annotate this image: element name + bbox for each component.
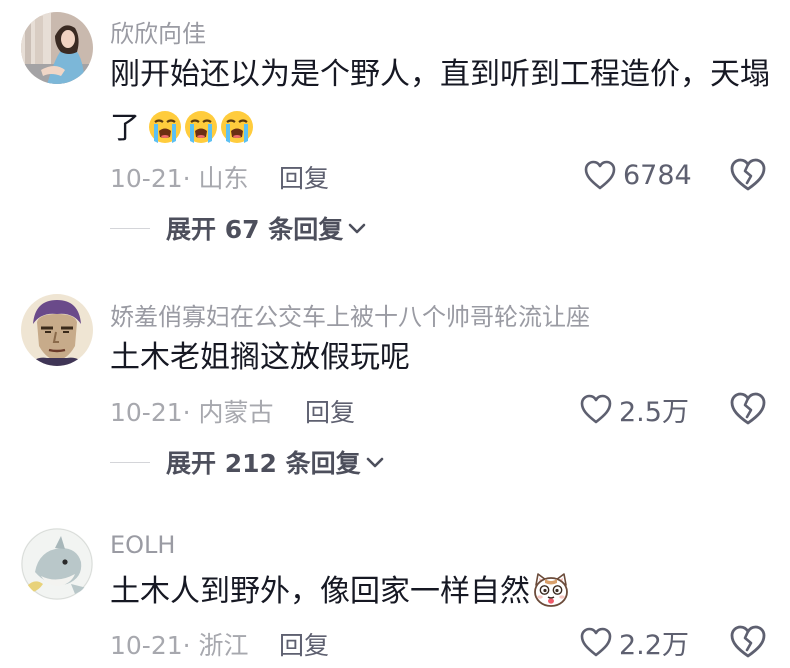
- broken-heart-icon: [730, 625, 766, 658]
- chevron-down-icon: [366, 457, 383, 468]
- broken-heart-icon: [730, 392, 766, 425]
- comment-date-location: 10-21· 山东: [110, 164, 249, 193]
- heart-outline-icon: [580, 627, 612, 657]
- like-count: 2.5万: [619, 396, 689, 428]
- divider: [110, 461, 150, 463]
- avatar[interactable]: [21, 12, 93, 84]
- heart-outline-icon: [584, 160, 616, 190]
- like-count: 6784: [623, 159, 692, 191]
- comment-text-line: 了: [110, 102, 770, 156]
- dislike-button[interactable]: [728, 389, 768, 429]
- cat-face-emoji: [532, 571, 570, 609]
- dislike-button[interactable]: [728, 622, 768, 662]
- heart-outline-icon: [580, 394, 612, 424]
- comment-date-location: 10-21· 浙江: [110, 631, 249, 660]
- loudly-crying-face-emoji: [148, 110, 182, 144]
- comment-text: 土木人到野外，像回家一样自然: [110, 565, 770, 619]
- like-count: 2.2万: [619, 629, 689, 661]
- loudly-crying-face-emoji: [220, 110, 254, 144]
- reply-button[interactable]: 回复: [279, 159, 329, 195]
- avatar[interactable]: [21, 294, 93, 366]
- broken-heart-icon: [730, 158, 766, 191]
- loudly-crying-face-emoji: [184, 110, 218, 144]
- avatar-anime-man: [21, 294, 93, 366]
- comment-text-line: 土木人到野外，像回家一样自然: [110, 565, 770, 619]
- chevron-down-icon: [348, 223, 366, 234]
- expand-replies-button[interactable]: 展开 212 条回复: [110, 442, 385, 482]
- comment-text-tail: 了: [110, 111, 140, 146]
- username[interactable]: 欣欣向佳: [110, 14, 206, 49]
- like-button[interactable]: 2.2万: [579, 622, 689, 662]
- comment-text-line: 土木老姐搁这放假玩呢: [110, 340, 410, 375]
- avatar-cartoon-shark: [21, 528, 93, 600]
- username[interactable]: EOLH: [110, 531, 175, 559]
- username[interactable]: 娇羞俏寡妇在公交车上被十八个帅哥轮流让座: [110, 297, 590, 332]
- expand-replies-label: 展开 67 条回复: [166, 215, 344, 244]
- expand-replies-button[interactable]: 展开 67 条回复: [110, 208, 367, 248]
- comment-text-line: 刚开始还以为是个野人，直到听到工程造价，天塌: [110, 57, 770, 92]
- comment-text: 刚开始还以为是个野人，直到听到工程造价，天塌 了: [110, 48, 770, 156]
- reply-button[interactable]: 回复: [305, 393, 355, 429]
- avatar[interactable]: [21, 528, 93, 600]
- dislike-button[interactable]: [728, 155, 768, 195]
- like-button[interactable]: 6784: [583, 155, 692, 195]
- comment-date-location: 10-21· 内蒙古: [110, 398, 274, 427]
- avatar-girl-photo: [21, 12, 93, 84]
- like-button[interactable]: 2.5万: [579, 389, 689, 429]
- comment-text-body: 土木人到野外，像回家一样自然: [110, 574, 530, 609]
- comment-text: 土木老姐搁这放假玩呢: [110, 331, 770, 385]
- expand-replies-label: 展开 212 条回复: [166, 449, 361, 478]
- divider: [110, 227, 150, 229]
- reply-button[interactable]: 回复: [279, 626, 329, 662]
